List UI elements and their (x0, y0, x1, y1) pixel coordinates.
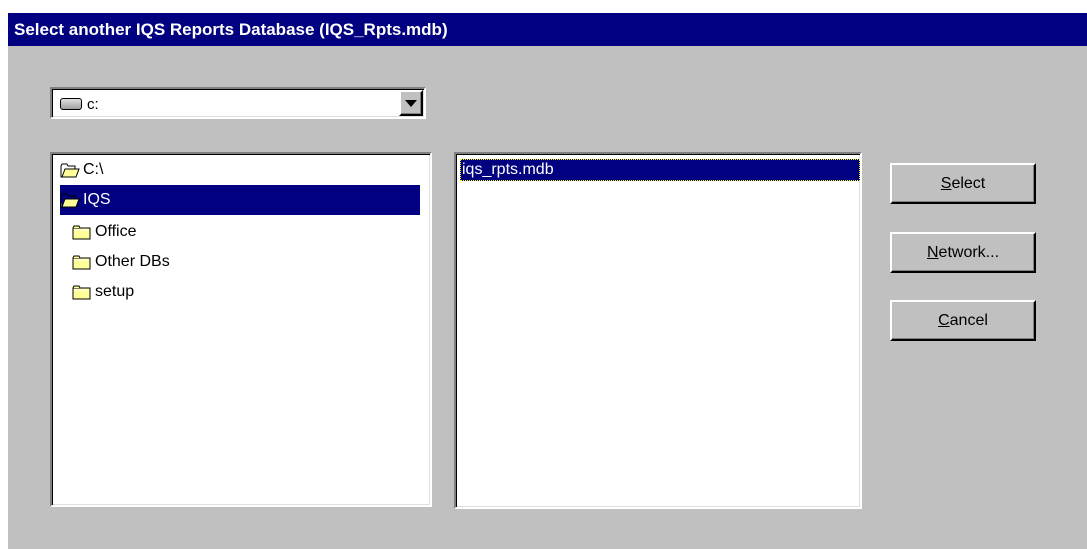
open-folder-icon (60, 163, 80, 178)
select-database-dialog: Select another IQS Reports Database (IQS… (8, 13, 1087, 549)
directory-item-setup[interactable]: setup (72, 277, 272, 307)
folder-icon (72, 285, 92, 300)
open-folder-icon (60, 193, 80, 208)
dialog-title: Select another IQS Reports Database (IQS… (8, 13, 1087, 46)
drive-dropdown[interactable]: c: (50, 87, 426, 119)
dropdown-button[interactable] (399, 90, 423, 116)
drive-label: c: (87, 95, 99, 113)
network-button-label: etwork... (938, 243, 1000, 261)
network-button-accel: N (926, 243, 939, 261)
file-item[interactable]: iqs_rpts.mdb (460, 159, 860, 181)
directory-item-iqs[interactable]: IQS (60, 185, 420, 215)
folder-icon (72, 255, 92, 270)
directory-item-office[interactable]: Office (72, 217, 272, 247)
directory-list[interactable]: C:\ IQS Office Other DBs setup (50, 152, 432, 507)
directory-item-root[interactable]: C:\ (60, 155, 420, 185)
cancel-button-label: ancel (949, 311, 988, 329)
hard-drive-icon (60, 98, 82, 110)
directory-item-other-dbs[interactable]: Other DBs (72, 247, 272, 277)
cancel-button-accel: C (938, 311, 950, 329)
directory-item-label: Office (95, 223, 137, 240)
select-button-accel: S (940, 174, 952, 192)
chevron-down-icon (405, 99, 417, 107)
folder-icon (72, 225, 92, 240)
select-button-label: elect (951, 174, 986, 192)
drive-value: c: (60, 93, 99, 115)
cancel-button[interactable]: Cancel (890, 300, 1036, 341)
directory-item-label: C:\ (83, 161, 104, 178)
directory-item-label: IQS (83, 191, 111, 208)
file-list[interactable]: iqs_rpts.mdb (454, 152, 862, 509)
directory-item-label: Other DBs (95, 253, 170, 270)
directory-item-label: setup (95, 283, 135, 300)
network-button[interactable]: Network... (890, 232, 1036, 273)
select-button[interactable]: Select (890, 163, 1036, 204)
